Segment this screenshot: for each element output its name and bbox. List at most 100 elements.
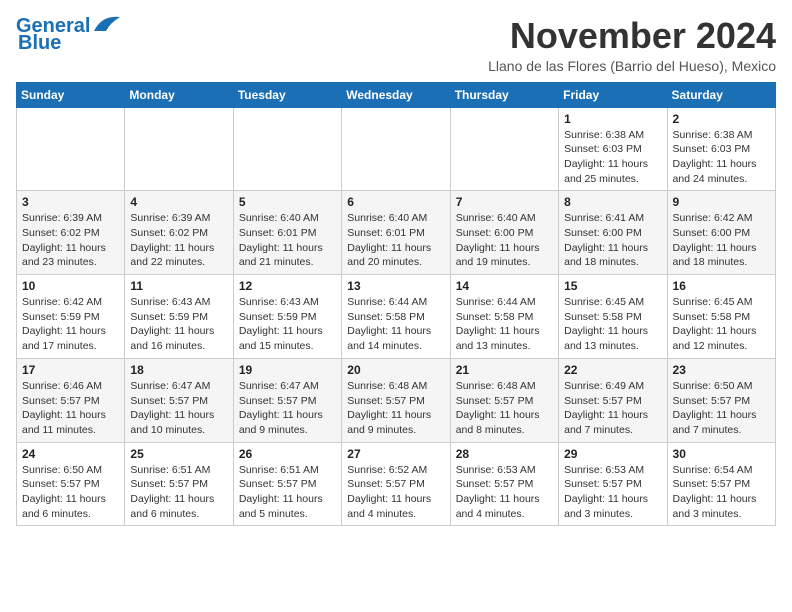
day-info: Sunrise: 6:42 AM Sunset: 6:00 PM Dayligh… <box>673 211 770 270</box>
calendar-cell: 10Sunrise: 6:42 AM Sunset: 5:59 PM Dayli… <box>17 275 125 359</box>
day-number: 14 <box>456 279 553 293</box>
day-info: Sunrise: 6:48 AM Sunset: 5:57 PM Dayligh… <box>347 379 444 438</box>
day-number: 9 <box>673 195 770 209</box>
day-number: 29 <box>564 447 661 461</box>
day-number: 17 <box>22 363 119 377</box>
day-number: 5 <box>239 195 336 209</box>
day-info: Sunrise: 6:39 AM Sunset: 6:02 PM Dayligh… <box>22 211 119 270</box>
calendar-cell <box>17 107 125 191</box>
day-number: 24 <box>22 447 119 461</box>
calendar-cell: 26 Sunrise: 6:51 AM Sunset: 5:57 PM Dayli… <box>233 442 341 526</box>
day-number: 1 <box>564 112 661 126</box>
calendar-week-2: 3 Sunrise: 6:39 AM Sunset: 6:02 PM Daylig… <box>17 191 776 275</box>
calendar-cell <box>450 107 558 191</box>
weekday-header-friday: Friday <box>559 82 667 107</box>
day-info: Sunrise: 6:53 AM Sunset: 5:57 PM Dayligh… <box>456 463 553 522</box>
day-number: 21 <box>456 363 553 377</box>
day-info: Sunrise: 6:38 AM Sunset: 6:03 PM Dayligh… <box>673 128 770 187</box>
day-number: 8 <box>564 195 661 209</box>
day-number: 7 <box>456 195 553 209</box>
day-number: 15 <box>564 279 661 293</box>
calendar-cell: 7 Sunrise: 6:40 AM Sunset: 6:00 PM Daylig… <box>450 191 558 275</box>
day-number: 3 <box>22 195 119 209</box>
calendar-cell: 18Sunrise: 6:47 AM Sunset: 5:57 PM Dayli… <box>125 358 233 442</box>
day-info: Sunrise: 6:51 AM Sunset: 5:57 PM Dayligh… <box>239 463 336 522</box>
day-info: Sunrise: 6:40 AM Sunset: 6:01 PM Dayligh… <box>239 211 336 270</box>
day-number: 2 <box>673 112 770 126</box>
weekday-header-monday: Monday <box>125 82 233 107</box>
day-number: 25 <box>130 447 227 461</box>
weekday-header-thursday: Thursday <box>450 82 558 107</box>
day-number: 23 <box>673 363 770 377</box>
day-info: Sunrise: 6:41 AM Sunset: 6:00 PM Dayligh… <box>564 211 661 270</box>
day-info: Sunrise: 6:49 AM Sunset: 5:57 PM Dayligh… <box>564 379 661 438</box>
day-info: Sunrise: 6:45 AM Sunset: 5:58 PM Dayligh… <box>564 295 661 354</box>
day-info: Sunrise: 6:44 AM Sunset: 5:58 PM Dayligh… <box>456 295 553 354</box>
day-number: 4 <box>130 195 227 209</box>
calendar-cell: 29Sunrise: 6:53 AM Sunset: 5:57 PM Dayli… <box>559 442 667 526</box>
calendar-cell: 25Sunrise: 6:51 AM Sunset: 5:57 PM Dayli… <box>125 442 233 526</box>
calendar-table: SundayMondayTuesdayWednesdayThursdayFrid… <box>16 82 776 527</box>
day-info: Sunrise: 6:44 AM Sunset: 5:58 PM Dayligh… <box>347 295 444 354</box>
weekday-header-saturday: Saturday <box>667 82 775 107</box>
calendar-week-5: 24 Sunrise: 6:50 AM Sunset: 5:57 PM Dayli… <box>17 442 776 526</box>
calendar-cell: 16Sunrise: 6:45 AM Sunset: 5:58 PM Dayli… <box>667 275 775 359</box>
calendar-cell: 28 Sunrise: 6:53 AM Sunset: 5:57 PM Dayli… <box>450 442 558 526</box>
page-header: General Blue November 2024 Llano de las … <box>16 16 776 74</box>
calendar-cell: 20Sunrise: 6:48 AM Sunset: 5:57 PM Dayli… <box>342 358 450 442</box>
title-block: November 2024 Llano de las Flores (Barri… <box>488 16 776 74</box>
day-number: 30 <box>673 447 770 461</box>
day-number: 28 <box>456 447 553 461</box>
calendar-cell: 13Sunrise: 6:44 AM Sunset: 5:58 PM Dayli… <box>342 275 450 359</box>
calendar-header-row: SundayMondayTuesdayWednesdayThursdayFrid… <box>17 82 776 107</box>
calendar-cell: 22 Sunrise: 6:49 AM Sunset: 5:57 PM Dayli… <box>559 358 667 442</box>
calendar-cell: 12Sunrise: 6:43 AM Sunset: 5:59 PM Dayli… <box>233 275 341 359</box>
day-info: Sunrise: 6:39 AM Sunset: 6:02 PM Dayligh… <box>130 211 227 270</box>
day-number: 26 <box>239 447 336 461</box>
day-info: Sunrise: 6:38 AM Sunset: 6:03 PM Dayligh… <box>564 128 661 187</box>
day-info: Sunrise: 6:48 AM Sunset: 5:57 PM Dayligh… <box>456 379 553 438</box>
calendar-cell: 2 Sunrise: 6:38 AM Sunset: 6:03 PM Daylig… <box>667 107 775 191</box>
calendar-cell: 6 Sunrise: 6:40 AM Sunset: 6:01 PM Daylig… <box>342 191 450 275</box>
calendar-week-3: 10Sunrise: 6:42 AM Sunset: 5:59 PM Dayli… <box>17 275 776 359</box>
calendar-cell: 23 Sunrise: 6:50 AM Sunset: 5:57 PM Dayli… <box>667 358 775 442</box>
calendar-cell: 8 Sunrise: 6:41 AM Sunset: 6:00 PM Daylig… <box>559 191 667 275</box>
day-number: 6 <box>347 195 444 209</box>
day-info: Sunrise: 6:40 AM Sunset: 6:01 PM Dayligh… <box>347 211 444 270</box>
weekday-header-sunday: Sunday <box>17 82 125 107</box>
day-info: Sunrise: 6:47 AM Sunset: 5:57 PM Dayligh… <box>239 379 336 438</box>
month-title: November 2024 <box>488 16 776 56</box>
day-info: Sunrise: 6:45 AM Sunset: 5:58 PM Dayligh… <box>673 295 770 354</box>
calendar-cell: 14 Sunrise: 6:44 AM Sunset: 5:58 PM Dayli… <box>450 275 558 359</box>
day-info: Sunrise: 6:50 AM Sunset: 5:57 PM Dayligh… <box>673 379 770 438</box>
day-number: 18 <box>130 363 227 377</box>
calendar-cell: 15 Sunrise: 6:45 AM Sunset: 5:58 PM Dayli… <box>559 275 667 359</box>
calendar-cell: 17 Sunrise: 6:46 AM Sunset: 5:57 PM Dayli… <box>17 358 125 442</box>
day-info: Sunrise: 6:43 AM Sunset: 5:59 PM Dayligh… <box>130 295 227 354</box>
calendar-week-1: 1 Sunrise: 6:38 AM Sunset: 6:03 PM Daylig… <box>17 107 776 191</box>
calendar-cell: 3 Sunrise: 6:39 AM Sunset: 6:02 PM Daylig… <box>17 191 125 275</box>
calendar-cell: 9 Sunrise: 6:42 AM Sunset: 6:00 PM Daylig… <box>667 191 775 275</box>
calendar-cell: 5 Sunrise: 6:40 AM Sunset: 6:01 PM Daylig… <box>233 191 341 275</box>
weekday-header-tuesday: Tuesday <box>233 82 341 107</box>
day-info: Sunrise: 6:50 AM Sunset: 5:57 PM Dayligh… <box>22 463 119 522</box>
calendar-cell: 1 Sunrise: 6:38 AM Sunset: 6:03 PM Daylig… <box>559 107 667 191</box>
day-number: 19 <box>239 363 336 377</box>
day-number: 22 <box>564 363 661 377</box>
day-number: 27 <box>347 447 444 461</box>
calendar-cell <box>342 107 450 191</box>
calendar-cell: 11 Sunrise: 6:43 AM Sunset: 5:59 PM Dayli… <box>125 275 233 359</box>
location-subtitle: Llano de las Flores (Barrio del Hueso), … <box>488 58 776 74</box>
calendar-cell: 19 Sunrise: 6:47 AM Sunset: 5:57 PM Dayli… <box>233 358 341 442</box>
calendar-cell: 24 Sunrise: 6:50 AM Sunset: 5:57 PM Dayli… <box>17 442 125 526</box>
day-info: Sunrise: 6:40 AM Sunset: 6:00 PM Dayligh… <box>456 211 553 270</box>
day-info: Sunrise: 6:42 AM Sunset: 5:59 PM Dayligh… <box>22 295 119 354</box>
calendar-cell: 21 Sunrise: 6:48 AM Sunset: 5:57 PM Dayli… <box>450 358 558 442</box>
day-number: 12 <box>239 279 336 293</box>
logo-blue: Blue <box>18 32 61 55</box>
day-number: 11 <box>130 279 227 293</box>
calendar-cell: 27Sunrise: 6:52 AM Sunset: 5:57 PM Dayli… <box>342 442 450 526</box>
logo: General Blue <box>16 16 122 55</box>
calendar-cell <box>233 107 341 191</box>
day-info: Sunrise: 6:46 AM Sunset: 5:57 PM Dayligh… <box>22 379 119 438</box>
